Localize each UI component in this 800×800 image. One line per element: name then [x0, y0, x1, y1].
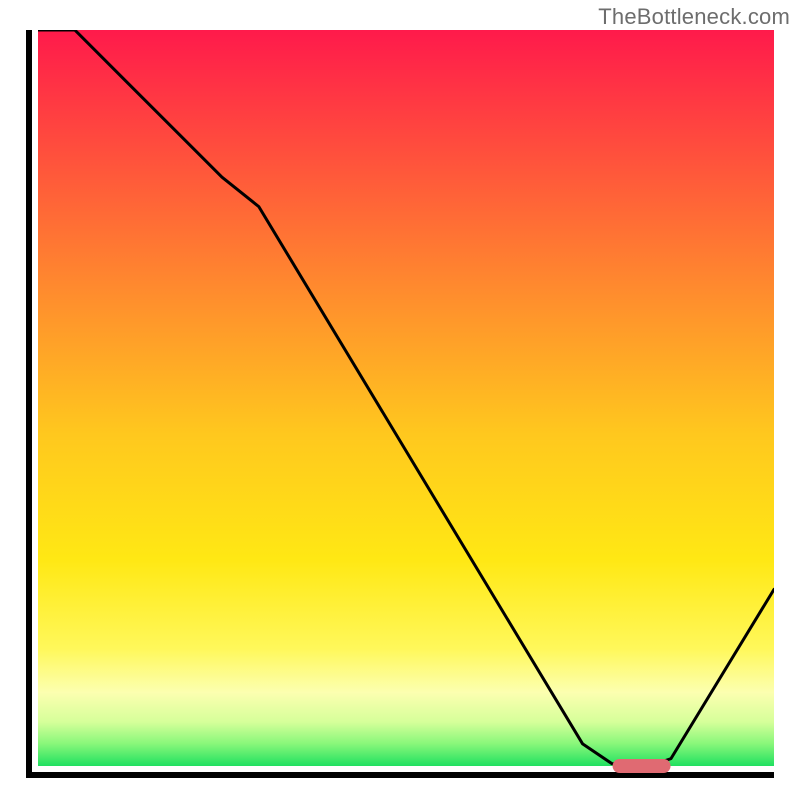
- plot-area: [38, 30, 774, 766]
- curve-overlay: [38, 30, 774, 766]
- bottleneck-curve: [38, 30, 774, 764]
- plot-frame: [26, 30, 774, 778]
- optimal-range-marker: [612, 759, 671, 773]
- attribution-text: TheBottleneck.com: [598, 4, 790, 30]
- chart-root: TheBottleneck.com: [0, 0, 800, 800]
